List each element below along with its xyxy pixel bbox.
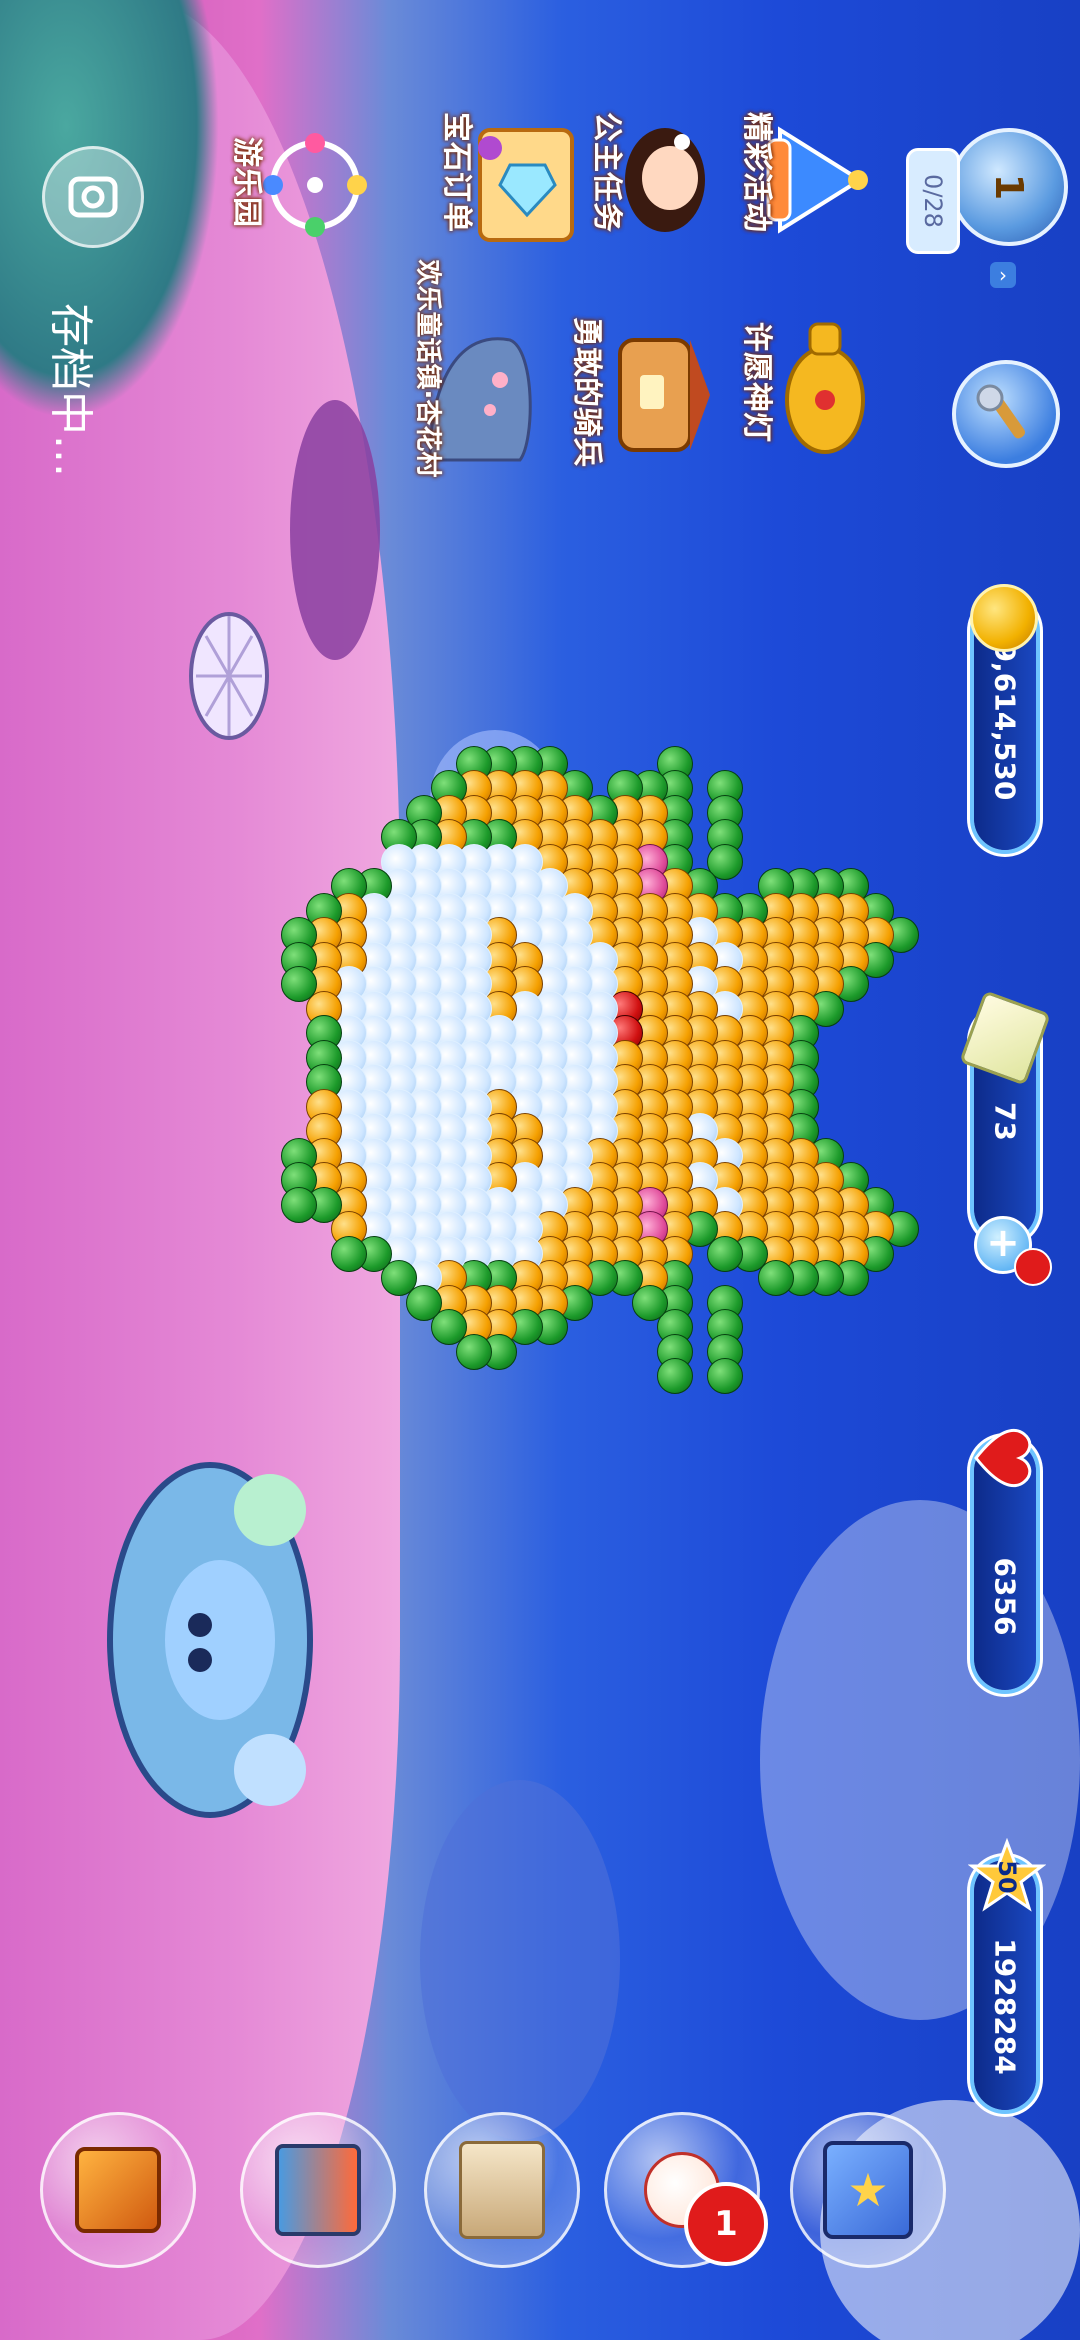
- treasure-chest-icon: [75, 2147, 161, 2233]
- seashell-icon[interactable]: [186, 606, 272, 746]
- clam-creature-icon: [100, 1450, 320, 1830]
- shop-button[interactable]: [240, 2112, 396, 2268]
- star-book-button[interactable]: ★: [790, 2112, 946, 2268]
- bubble-g[interactable]: [281, 1187, 317, 1223]
- shop-building-icon: [275, 2144, 361, 2236]
- bubble-puzzle-board[interactable]: [0, 0, 1080, 2340]
- cat-food-button[interactable]: [424, 2112, 580, 2268]
- bubble-g[interactable]: [281, 966, 317, 1002]
- bubble-g[interactable]: [707, 1358, 743, 1394]
- cat-food-bag-icon: [459, 2141, 545, 2239]
- bubble-g[interactable]: [657, 1358, 693, 1394]
- game-screen: 存档中... 1 0/28 › 9,614,530 73 + 6356 1928…: [0, 0, 1080, 2340]
- star-book-icon: ★: [823, 2141, 913, 2239]
- character-badge: 1: [684, 2182, 768, 2266]
- bubble-g[interactable]: [331, 1236, 367, 1272]
- treasure-chest-button[interactable]: [40, 2112, 196, 2268]
